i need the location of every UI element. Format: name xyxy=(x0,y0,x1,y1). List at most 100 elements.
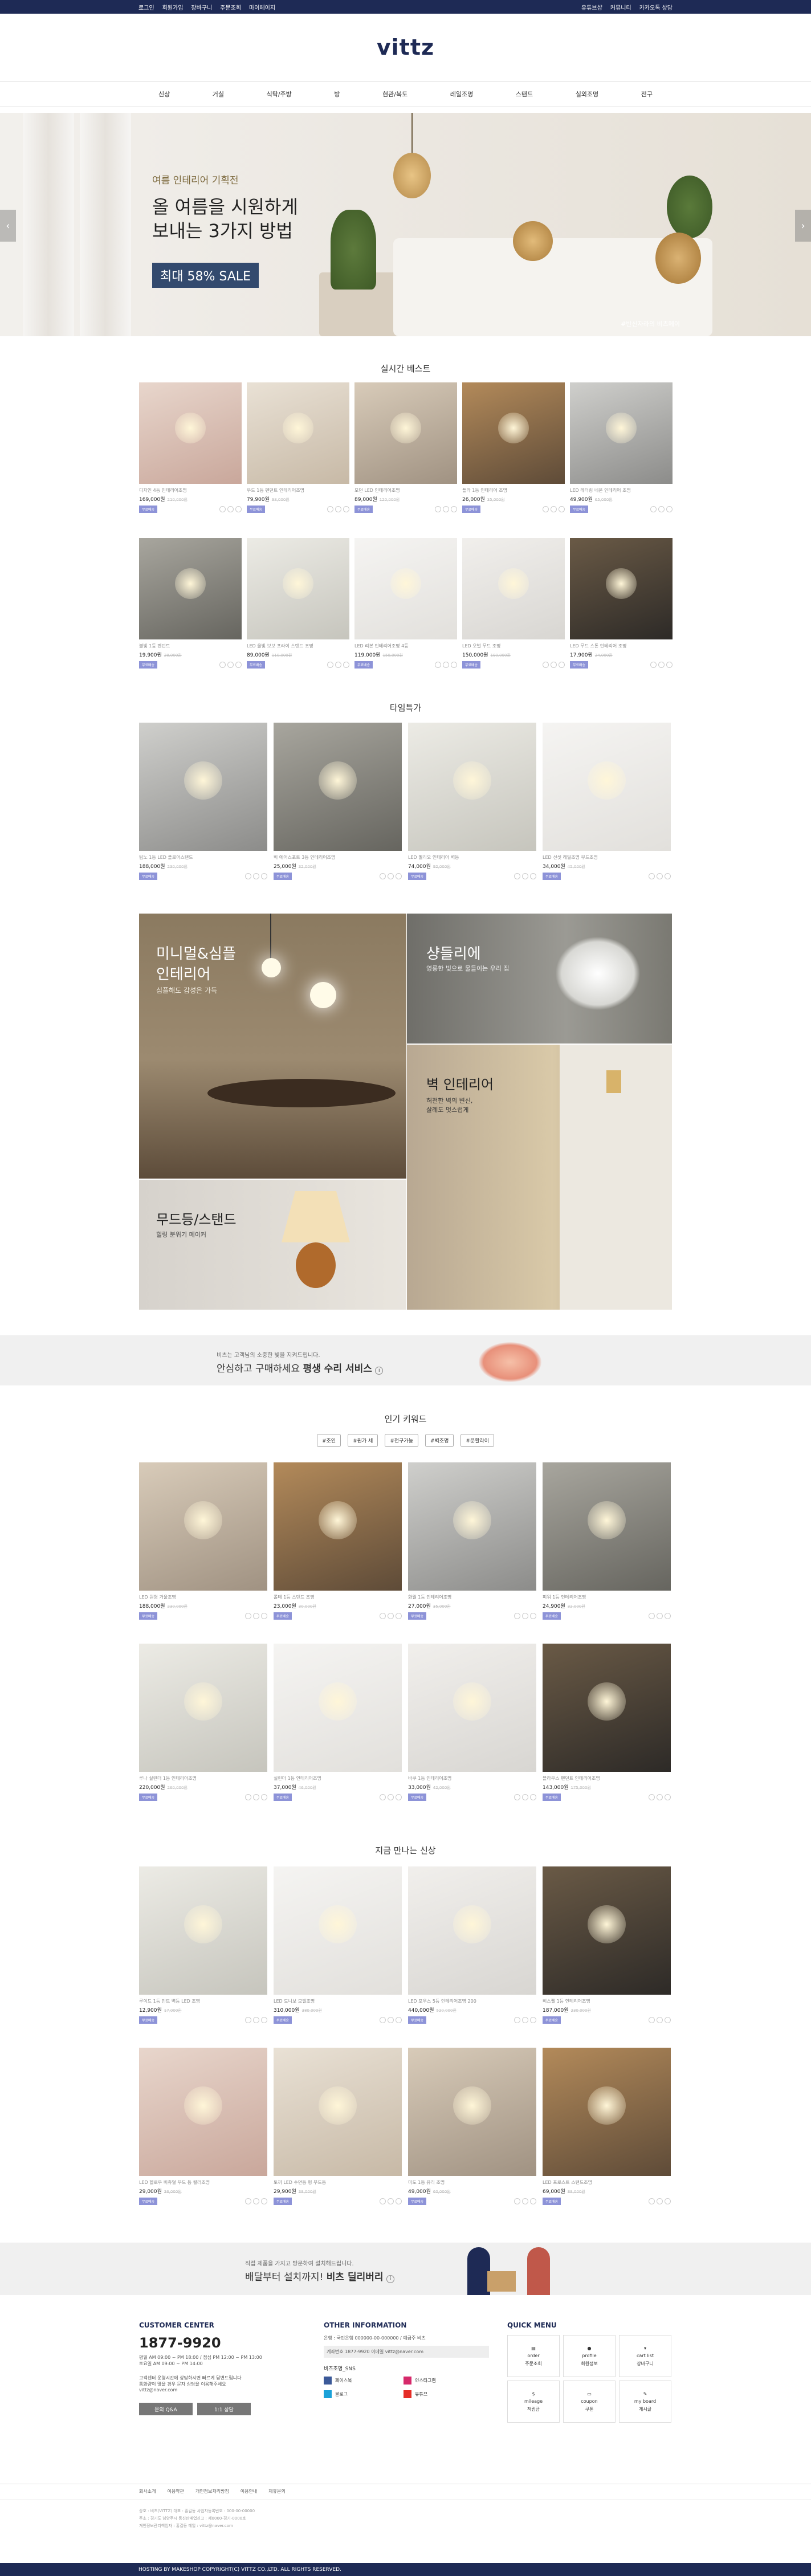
product-name[interactable]: 우드 1등 펜던트 인테리어조명 xyxy=(247,487,349,494)
view-icon[interactable] xyxy=(665,1613,671,1619)
product-card[interactable]: LED 도니보 모빌조명 310,000원 380,000원 무료배송 xyxy=(274,1866,402,2024)
category-minimal[interactable]: 미니멀&심플 인테리어 심플해도 감성은 가득 xyxy=(139,914,406,1179)
footer-link[interactable]: 개인정보처리방침 xyxy=(195,2488,229,2495)
product-image[interactable] xyxy=(139,1644,267,1772)
product-image[interactable] xyxy=(543,1866,671,1995)
product-name[interactable]: 화월 1등 인테리어조명 xyxy=(408,1594,536,1600)
product-name[interactable]: LED 무드 스톤 인테리어 조명 xyxy=(570,643,673,649)
product-image[interactable] xyxy=(543,2048,671,2176)
view-icon[interactable] xyxy=(261,873,267,879)
heart-icon[interactable] xyxy=(435,662,441,668)
heart-icon[interactable] xyxy=(245,1794,251,1800)
heart-icon[interactable] xyxy=(649,1794,655,1800)
product-image[interactable] xyxy=(274,1866,402,1995)
category-mood[interactable]: 무드등/스탠드 힐링 분위기 메이커 xyxy=(139,1180,406,1310)
chat-button[interactable]: 1:1 상담 xyxy=(197,2403,251,2415)
hero-sale-badge[interactable]: 최대 58% SALE xyxy=(152,263,259,288)
hero-banner[interactable]: 여름 인테리어 기획전 올 여름을 시원하게 보내는 3가지 방법 최대 58%… xyxy=(0,113,811,336)
heart-icon[interactable] xyxy=(327,662,333,668)
cart-add-icon[interactable] xyxy=(227,506,234,512)
heart-icon[interactable] xyxy=(219,506,226,512)
heart-icon[interactable] xyxy=(514,873,520,879)
cart-add-icon[interactable] xyxy=(658,662,665,668)
next-arrow-icon[interactable]: › xyxy=(795,210,811,242)
product-card[interactable]: LED 원형 거울조명 188,000원 230,000원 무료배송 xyxy=(139,1462,267,1620)
community-link[interactable]: 커뮤니티 xyxy=(610,5,631,11)
product-name[interactable]: 볼빛 1등 펜던트 xyxy=(139,643,242,649)
product-name[interactable]: 비스펠 1등 인테리어조명 xyxy=(543,1998,671,2004)
sns-facebook[interactable]: 페이스북 xyxy=(335,2378,352,2383)
product-image[interactable] xyxy=(139,382,242,484)
cart-add-icon[interactable] xyxy=(253,2017,259,2023)
quick-profile[interactable]: ● profile 회원정보 xyxy=(563,2335,616,2377)
product-card[interactable]: 블라우스 펜던트 인테리어조명 143,000원 175,000원 무료배송 xyxy=(543,1644,671,1801)
nav-rail[interactable]: 레일조명 xyxy=(450,89,473,99)
product-image[interactable] xyxy=(139,538,242,639)
product-card[interactable]: 팀노 1등 LED 플로어스탠드 188,000원 230,000원 무료배송 xyxy=(139,723,267,880)
heart-icon[interactable] xyxy=(380,873,386,879)
nav-kitchen[interactable]: 식탁/주방 xyxy=(267,89,292,99)
product-card[interactable]: 모던 LED 인테리어조명 89,000원 120,000원 무료배송 xyxy=(354,382,457,513)
cart-add-icon[interactable] xyxy=(657,1613,663,1619)
view-icon[interactable] xyxy=(530,1613,536,1619)
view-icon[interactable] xyxy=(559,662,565,668)
product-card[interactable]: 피워 1등 인테리어조명 24,900원 32,000원 무료배송 xyxy=(543,1462,671,1620)
keyword-tag[interactable]: #전구가능 xyxy=(385,1434,418,1447)
heart-icon[interactable] xyxy=(649,1613,655,1619)
product-image[interactable] xyxy=(247,382,349,484)
product-card[interactable]: LED 포우스 5등 인테리어조명 200 440,000원 520,000원 무… xyxy=(408,1866,536,2024)
product-card[interactable]: LED 리본 인테리어조명 4등 119,000원 150,000원 무료배송 xyxy=(354,538,457,669)
heart-icon[interactable] xyxy=(649,2198,655,2204)
cart-add-icon[interactable] xyxy=(388,2017,394,2023)
product-image[interactable] xyxy=(543,1462,671,1591)
product-card[interactable]: LED 벨리오 인테리어 벽등 74,000원 92,000원 무료배송 xyxy=(408,723,536,880)
product-name[interactable]: LED 벨리오 인테리어 벽등 xyxy=(408,854,536,861)
cart-add-icon[interactable] xyxy=(657,2198,663,2204)
view-icon[interactable] xyxy=(235,506,242,512)
heart-icon[interactable] xyxy=(543,662,549,668)
heart-icon[interactable] xyxy=(327,506,333,512)
product-name[interactable]: LED 프로스트 스탠드조명 xyxy=(543,2179,671,2186)
product-image[interactable] xyxy=(570,538,673,639)
product-name[interactable]: 루이드 1등 인트 벽등 LED 조명 xyxy=(139,1998,267,2004)
cart-add-icon[interactable] xyxy=(658,506,665,512)
cart-add-icon[interactable] xyxy=(227,662,234,668)
cart-add-icon[interactable] xyxy=(335,662,341,668)
heart-icon[interactable] xyxy=(514,1613,520,1619)
category-chandelier[interactable]: 샹들리에 영롱한 빛으로 물들이는 우리 집 xyxy=(407,914,672,1044)
product-name[interactable]: 빅 에어스포트 3등 인테리어조명 xyxy=(274,854,402,861)
view-icon[interactable] xyxy=(665,2198,671,2204)
product-card[interactable]: 플라 1등 인테리어 조명 26,000원 35,000원 무료배송 xyxy=(462,382,565,513)
view-icon[interactable] xyxy=(665,2017,671,2023)
nav-hall[interactable]: 현관/복도 xyxy=(382,89,407,99)
view-icon[interactable] xyxy=(343,662,349,668)
product-card[interactable]: LED 프로스트 스탠드조명 69,000원 88,000원 무료배송 xyxy=(543,2048,671,2205)
info-icon[interactable]: i xyxy=(386,2275,394,2283)
heart-icon[interactable] xyxy=(245,2017,251,2023)
cart-add-icon[interactable] xyxy=(657,873,663,879)
qna-button[interactable]: 문의 Q&A xyxy=(139,2403,193,2415)
product-card[interactable]: 디자인 4등 인테리어조명 169,000원 210,000원 무료배송 xyxy=(139,382,242,513)
product-name[interactable]: 모던 LED 인테리어조명 xyxy=(354,487,457,494)
product-card[interactable]: LED 무드 스톤 인테리어 조명 17,900원 24,000원 무료배송 xyxy=(570,538,673,669)
cart-add-icon[interactable] xyxy=(657,1794,663,1800)
join-link[interactable]: 회원가입 xyxy=(162,5,184,11)
view-icon[interactable] xyxy=(261,1794,267,1800)
cart-add-icon[interactable] xyxy=(522,2198,528,2204)
product-name[interactable]: 피워 1등 인테리어조명 xyxy=(543,1594,671,1600)
product-name[interactable]: LED 도니보 모빌조명 xyxy=(274,1998,402,2004)
youtube-icon[interactable] xyxy=(404,2390,411,2398)
youtube-link[interactable]: 유튜브샵 xyxy=(581,5,602,11)
prev-arrow-icon[interactable]: ‹ xyxy=(0,210,16,242)
product-name[interactable]: 롤테 1등 스탠드 조명 xyxy=(274,1594,402,1600)
view-icon[interactable] xyxy=(261,2017,267,2023)
heart-icon[interactable] xyxy=(514,2198,520,2204)
footer-link[interactable]: 이용안내 xyxy=(241,2488,257,2495)
product-image[interactable] xyxy=(543,1644,671,1772)
product-card[interactable]: 빅 에어스포트 3등 인테리어조명 25,000원 32,000원 무료배송 xyxy=(274,723,402,880)
product-card[interactable]: LED 오벌 무드 조명 150,000원 190,000원 무료배송 xyxy=(462,538,565,669)
product-image[interactable] xyxy=(570,382,673,484)
view-icon[interactable] xyxy=(343,506,349,512)
quick-board[interactable]: ✎ my board 게시글 xyxy=(619,2381,671,2423)
nav-stand[interactable]: 스탠드 xyxy=(516,89,533,99)
